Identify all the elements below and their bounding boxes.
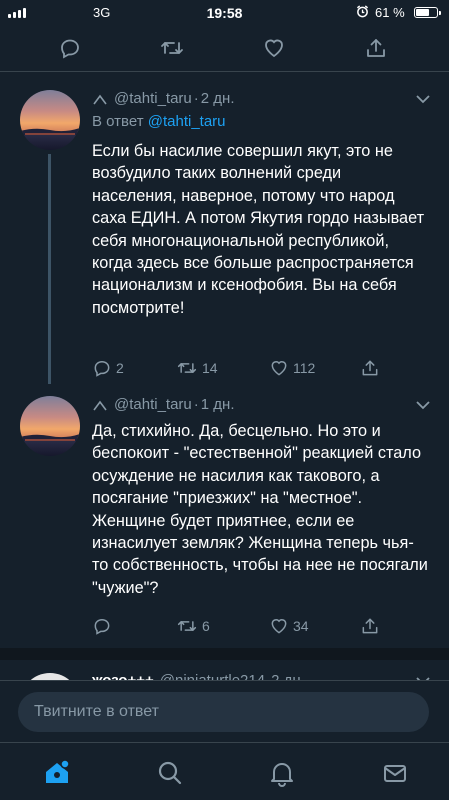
tweet-time[interactable]: 1 дн.: [201, 396, 235, 413]
tweet-text: Да, стихийно. Да, бесцельно. Но это и бе…: [92, 422, 428, 597]
compose-bar: Твитните в ответ: [0, 680, 449, 742]
tweet-meta: @tahti_taru · 1 дн.: [92, 396, 235, 413]
status-bar: 3G 19:58 61 %: [0, 0, 449, 26]
reply-icon[interactable]: [58, 36, 82, 60]
reply-icon: [94, 618, 110, 635]
like-count: 112: [293, 360, 316, 376]
reply-to-link[interactable]: @tahti_taru: [148, 113, 226, 130]
like-button[interactable]: 112: [269, 358, 315, 378]
reply-count: 2: [116, 360, 124, 376]
retweet-icon[interactable]: [160, 36, 184, 60]
retweet-count: 6: [202, 618, 210, 634]
separator-dot: ·: [193, 90, 199, 107]
retweet-count: 14: [202, 360, 218, 376]
tweet-meta: @tahti_taru · 2 дн.: [92, 90, 235, 107]
tweet-3-partial[interactable]: жозо+++ @ninjaturtle214 2 дн.: [0, 661, 449, 681]
tweet-2[interactable]: @tahti_taru · 1 дн. Да, стихийно. Да, бесц…: [0, 388, 449, 648]
retweet-button[interactable]: 14: [176, 358, 218, 378]
tweet-text: Если бы насилие совершил якут, это не во…: [92, 142, 425, 317]
tweet-time[interactable]: 2 дн.: [201, 90, 235, 107]
retweet-icon: [177, 621, 197, 631]
share-icon: [362, 360, 378, 376]
reply-button[interactable]: 2: [92, 358, 124, 378]
reply-input[interactable]: Твитните в ответ: [18, 692, 429, 732]
home-icon[interactable]: [43, 759, 71, 787]
avatar[interactable]: [20, 396, 80, 456]
focused-tweet-actions: [0, 26, 449, 70]
battery-percentage: 61 %: [375, 5, 405, 20]
author-icon: [93, 94, 107, 104]
like-icon[interactable]: [262, 36, 286, 60]
share-icon[interactable]: [364, 36, 388, 60]
reply-context: В ответ @tahti_taru: [92, 113, 226, 130]
separator-dot: ·: [193, 396, 199, 413]
thread-line: [48, 154, 51, 384]
retweet-button[interactable]: 6: [176, 616, 210, 636]
tweet-actions: 2 14 112: [92, 358, 428, 380]
share-button[interactable]: [360, 616, 380, 636]
share-icon: [362, 618, 378, 634]
search-icon[interactable]: [156, 759, 184, 787]
share-button[interactable]: [360, 358, 380, 378]
battery-icon: [414, 7, 441, 18]
tweet-actions: 6 34: [92, 616, 428, 638]
tweet-handle[interactable]: @tahti_taru: [114, 90, 192, 107]
author-icon: [93, 400, 107, 410]
notifications-icon[interactable]: [268, 759, 296, 787]
retweet-icon: [177, 363, 197, 373]
chevron-down-icon[interactable]: [416, 94, 430, 104]
like-button[interactable]: 34: [269, 616, 309, 636]
avatar[interactable]: [20, 90, 80, 150]
messages-icon[interactable]: [381, 759, 409, 787]
chevron-down-icon[interactable]: [416, 400, 430, 410]
reply-button[interactable]: [92, 616, 116, 636]
like-count: 34: [293, 618, 309, 634]
bottom-nav: [0, 742, 449, 800]
alarm-icon: [356, 5, 369, 18]
tweet-1[interactable]: @tahti_taru · 2 дн. В ответ @tahti_taru Ес…: [0, 72, 449, 387]
section-separator: [0, 648, 449, 660]
tweet-handle[interactable]: @tahti_taru: [114, 396, 192, 413]
like-icon: [271, 361, 287, 376]
reply-icon: [94, 360, 110, 377]
like-icon: [271, 619, 287, 634]
reply-prefix: В ответ: [92, 113, 144, 130]
